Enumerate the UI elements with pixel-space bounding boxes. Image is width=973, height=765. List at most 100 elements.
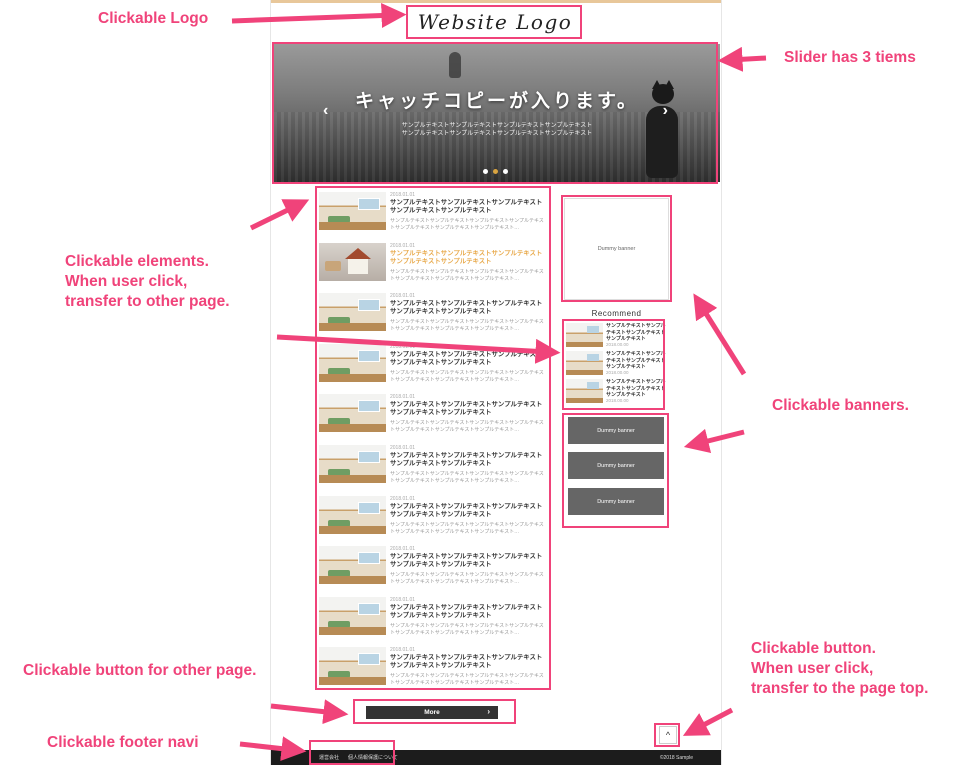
sidebar-gray-banner-3[interactable]: Dummy banner	[568, 488, 664, 515]
sidebar-dummy-banner[interactable]: Dummy banner	[564, 198, 669, 300]
footer-nav-company[interactable]: 運営会社	[319, 754, 339, 761]
article-date: 2018.01.01	[390, 596, 416, 603]
slider-dot[interactable]	[483, 169, 488, 174]
article-item[interactable]: 2018.01.01 サンプルテキストサンプルテキストサンプルテキストサンプルテキ…	[319, 443, 547, 494]
arrow-to-slider	[717, 46, 767, 72]
article-excerpt: サンプルテキストサンプルテキストサンプルテキストサンプルテキストサンプルテキスト…	[390, 572, 544, 586]
article-item[interactable]: 2018.01.01 サンプルテキストサンプルテキストサンプルテキストサンプルテキ…	[319, 595, 547, 646]
page-top-button[interactable]: ^	[659, 726, 677, 744]
article-title: サンプルテキストサンプルテキストサンプルテキストサンプルテキストサンプルテキスト	[390, 553, 543, 569]
more-button[interactable]: More ›	[366, 706, 498, 719]
recommend-title: サンプルテキストサンプルテキストサンプルテキストサンプルテキスト	[606, 323, 666, 342]
article-excerpt: サンプルテキストサンプルテキストサンプルテキストサンプルテキストサンプルテキスト…	[390, 319, 544, 333]
annotation-logo: Clickable Logo	[98, 10, 209, 27]
slider-body-line: サンプルテキストサンプルテキストサンプルテキストサンプルテキスト	[401, 123, 593, 129]
recommend-meta: サンプルテキストサンプルテキストサンプルテキストサンプルテキスト 2018.00.…	[606, 379, 666, 407]
annotation-elements-line: Clickable elements.	[65, 253, 209, 270]
article-title: サンプルテキストサンプルテキストサンプルテキストサンプルテキストサンプルテキスト	[390, 654, 543, 670]
article-item[interactable]: 2018.01.01 サンプルテキストサンプルテキストサンプルテキストサンプルテキ…	[319, 241, 547, 292]
article-excerpt: サンプルテキストサンプルテキストサンプルテキストサンプルテキストサンプルテキスト…	[390, 420, 544, 434]
sidebar-gray-banner-1[interactable]: Dummy banner	[568, 417, 664, 444]
article-item[interactable]: 2018.01.01 サンプルテキストサンプルテキストサンプルテキストサンプルテキ…	[319, 190, 547, 241]
article-meta: 2018.01.01 サンプルテキストサンプルテキストサンプルテキストサンプルテキ…	[390, 192, 547, 241]
slider-dot[interactable]	[503, 169, 508, 174]
footer-nav-privacy[interactable]: 個人情報保護について	[348, 754, 398, 761]
slider-prev-arrow-icon[interactable]: ‹	[323, 102, 328, 120]
top-accent-line	[271, 0, 721, 3]
website-mockup: Website Logo キャッチコピーが入ります。 サンプルテキストサンプルテ…	[270, 0, 722, 765]
article-meta: 2018.01.01 サンプルテキストサンプルテキストサンプルテキストサンプルテキ…	[390, 293, 547, 342]
annotation-pagetop-line: transfer to the page top.	[751, 680, 929, 697]
article-item[interactable]: 2018.01.01 サンプルテキストサンプルテキストサンプルテキストサンプルテキ…	[319, 494, 547, 545]
recommend-item[interactable]: サンプルテキストサンプルテキストサンプルテキストサンプルテキスト 2018.00.…	[566, 351, 666, 379]
article-title: サンプルテキストサンプルテキストサンプルテキストサンプルテキストサンプルテキスト	[390, 451, 543, 467]
article-date: 2018.01.01	[390, 444, 416, 451]
slider-body-text: サンプルテキストサンプルテキストサンプルテキストサンプルテキスト サンプルテキス…	[386, 122, 608, 138]
article-item[interactable]: 2018.01.01 サンプルテキストサンプルテキストサンプルテキストサンプルテキ…	[319, 544, 547, 595]
slider-next-arrow-icon[interactable]: ›	[663, 102, 668, 120]
article-meta: 2018.01.01 サンプルテキストサンプルテキストサンプルテキストサンプルテキ…	[390, 597, 547, 646]
article-item[interactable]: 2018.01.01 サンプルテキストサンプルテキストサンプルテキストサンプルテキ…	[319, 342, 547, 393]
recommend-date: 2018.00.00	[606, 370, 629, 375]
recommend-title: サンプルテキストサンプルテキストサンプルテキストサンプルテキスト	[606, 379, 666, 398]
annotation-elements-line: When user click,	[65, 273, 188, 290]
recommend-meta: サンプルテキストサンプルテキストサンプルテキストサンプルテキスト 2018.00.…	[606, 323, 666, 351]
article-item[interactable]: 2018.01.01 サンプルテキストサンプルテキストサンプルテキストサンプルテキ…	[319, 645, 547, 696]
website-logo[interactable]: Website Logo	[408, 7, 582, 37]
slider-distant-cat-image	[449, 52, 461, 78]
slider-dot[interactable]	[493, 169, 498, 174]
article-thumbnail	[319, 546, 386, 585]
article-title: サンプルテキストサンプルテキストサンプルテキストサンプルテキストサンプルテキスト	[390, 502, 543, 518]
article-title: サンプルテキストサンプルテキストサンプルテキストサンプルテキストサンプルテキスト	[390, 401, 543, 417]
recommend-thumbnail	[566, 351, 603, 375]
article-thumbnail	[319, 343, 386, 382]
article-item[interactable]: 2018.01.01 サンプルテキストサンプルテキストサンプルテキストサンプルテキ…	[319, 291, 547, 342]
recommend-heading: Recommend	[591, 309, 642, 318]
annotation-pagetop-line: Clickable button.	[751, 640, 876, 657]
article-title: サンプルテキストサンプルテキストサンプルテキストサンプルテキストサンプルテキスト	[390, 249, 543, 265]
article-thumbnail	[319, 495, 386, 534]
annotation-footer: Clickable footer navi	[47, 734, 199, 751]
article-meta: 2018.01.01 サンプルテキストサンプルテキストサンプルテキストサンプルテキ…	[390, 496, 547, 545]
article-date: 2018.01.01	[390, 293, 416, 300]
recommend-item[interactable]: サンプルテキストサンプルテキストサンプルテキストサンプルテキスト 2018.00.…	[566, 323, 666, 351]
article-excerpt: サンプルテキストサンプルテキストサンプルテキストサンプルテキストサンプルテキスト…	[390, 521, 544, 535]
slider-body-line: サンプルテキストサンプルテキストサンプルテキストサンプルテキスト	[401, 131, 593, 137]
recommend-item[interactable]: サンプルテキストサンプルテキストサンプルテキストサンプルテキスト 2018.00.…	[566, 379, 666, 407]
article-meta: 2018.01.01 サンプルテキストサンプルテキストサンプルテキストサンプルテキ…	[390, 546, 547, 595]
article-meta: 2018.01.01 サンプルテキストサンプルテキストサンプルテキストサンプルテキ…	[390, 445, 547, 494]
hero-slider[interactable]: キャッチコピーが入ります。 サンプルテキストサンプルテキストサンプルテキストサン…	[274, 44, 720, 182]
slider-pagination-dots	[483, 169, 508, 174]
article-title: サンプルテキストサンプルテキストサンプルテキストサンプルテキストサンプルテキスト	[390, 300, 543, 316]
annotation-banners: Clickable banners.	[772, 397, 909, 414]
article-thumbnail	[319, 647, 386, 686]
annotation-elements: Clickable elements. When user click, tra…	[65, 252, 230, 312]
article-date: 2018.01.01	[390, 647, 416, 654]
site-footer: 運営会社 個人情報保護について ©2018 Sample	[271, 750, 721, 765]
recommend-meta: サンプルテキストサンプルテキストサンプルテキストサンプルテキスト 2018.00.…	[606, 351, 666, 379]
article-excerpt: サンプルテキストサンプルテキストサンプルテキストサンプルテキストサンプルテキスト…	[390, 622, 544, 636]
article-item[interactable]: 2018.01.01 サンプルテキストサンプルテキストサンプルテキストサンプルテキ…	[319, 392, 547, 443]
footer-copyright: ©2018 Sample	[659, 754, 693, 761]
slider-headline: キャッチコピーが入ります。	[354, 91, 640, 112]
recommend-thumbnail	[566, 323, 603, 347]
article-thumbnail	[319, 596, 386, 635]
annotation-pagetop-line: When user click,	[751, 660, 874, 677]
article-meta: 2018.01.01 サンプルテキストサンプルテキストサンプルテキストサンプルテキ…	[390, 243, 547, 292]
annotation-more-button: Clickable button for other page.	[23, 662, 257, 679]
article-date: 2018.01.01	[390, 343, 416, 350]
sidebar-gray-banner-2[interactable]: Dummy banner	[568, 452, 664, 479]
recommend-thumbnail	[566, 379, 603, 403]
article-title: サンプルテキストサンプルテキストサンプルテキストサンプルテキストサンプルテキスト	[390, 350, 543, 366]
chevron-right-icon: ›	[487, 707, 490, 716]
recommend-date: 2018.00.00	[606, 398, 629, 403]
annotation-slider: Slider has 3 tiems	[784, 49, 916, 66]
chevron-up-icon: ^	[665, 730, 671, 740]
recommend-date: 2018.00.00	[606, 342, 629, 347]
article-excerpt: サンプルテキストサンプルテキストサンプルテキストサンプルテキストサンプルテキスト…	[390, 470, 544, 484]
article-meta: 2018.01.01 サンプルテキストサンプルテキストサンプルテキストサンプルテキ…	[390, 647, 547, 696]
article-date: 2018.01.01	[390, 394, 416, 401]
article-thumbnail	[319, 242, 386, 281]
article-excerpt: サンプルテキストサンプルテキストサンプルテキストサンプルテキストサンプルテキスト…	[390, 369, 544, 383]
article-date: 2018.01.01	[390, 242, 416, 249]
